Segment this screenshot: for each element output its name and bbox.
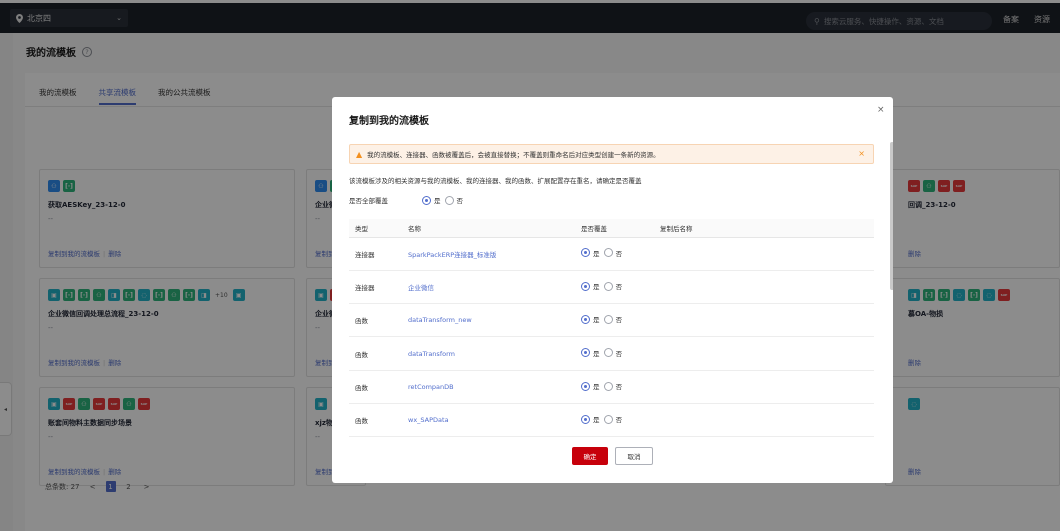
cell-name-link[interactable]: retCompanDB [402, 370, 575, 404]
radio-unchecked[interactable] [603, 281, 613, 291]
radio-unchecked[interactable] [603, 314, 613, 324]
radio-checked[interactable] [581, 248, 590, 258]
cell-type: 函数 [349, 403, 402, 438]
overwrite-no-radio[interactable]: 否 [603, 248, 623, 258]
cell-type: 函数 [349, 303, 402, 338]
table-row: 函数 wx_SAPData 是 否 [349, 403, 874, 438]
radio-yes-label: 是 [593, 249, 600, 258]
radio-no-label: 否 [615, 316, 623, 325]
radio-yes-label: 是 [593, 316, 600, 325]
table-row: 函数 dataTransform 是 否 [349, 336, 874, 371]
cell-new-name [654, 370, 874, 404]
dialog-description: 该流模板涉及的相关资源与我的流模板、我的连接器、我的函数、扩展配置存在重名，请确… [349, 177, 642, 185]
table-row: 函数 retCompanDB 是 否 [349, 370, 874, 404]
radio-yes-label: 是 [434, 197, 441, 205]
cell-type: 函数 [349, 370, 402, 404]
radio-checked[interactable] [422, 195, 431, 205]
cell-overwrite: 是 否 [575, 336, 654, 371]
cell-name-link[interactable]: dataTransform [402, 336, 575, 371]
cell-type: 连接器 [349, 270, 402, 305]
close-icon[interactable]: × [877, 105, 885, 115]
cell-name-link[interactable]: dataTransform_new [402, 303, 575, 338]
cell-new-name [654, 303, 874, 338]
column-header-type: 类型 [349, 219, 402, 238]
radio-yes-label: 是 [593, 416, 600, 425]
radio-checked[interactable] [581, 348, 590, 358]
overwrite-no-radio[interactable]: 否 [603, 414, 623, 425]
cell-name-link[interactable]: wx_SAPData [402, 403, 575, 438]
cell-new-name [654, 403, 874, 438]
cell-overwrite: 是 否 [575, 237, 654, 271]
radio-yes-label: 是 [593, 283, 600, 292]
cell-overwrite: 是 否 [575, 303, 654, 338]
overwrite-no-radio[interactable]: 否 [603, 348, 623, 358]
overwrite-all-row: 是否全部覆盖 是 否 [349, 195, 463, 205]
table-row: 函数 dataTransform_new 是 否 [349, 303, 874, 338]
column-header-new-name: 复制后名称 [654, 219, 874, 238]
radio-yes-label: 是 [593, 349, 600, 358]
cell-new-name [654, 270, 874, 305]
cell-new-name [654, 336, 874, 371]
overwrite-yes-radio[interactable]: 是 [581, 314, 600, 324]
alert-text: 我的流模板、连接器、函数被覆盖后，会被直接替换；不覆盖则重命名后对应类型创建一条… [367, 151, 660, 159]
table-header-row: 类型 名称 是否覆盖 复制后名称 [349, 219, 874, 238]
cell-type: 函数 [349, 336, 402, 371]
overwrite-all-yes-radio[interactable]: 是 [422, 195, 441, 205]
cell-type: 连接器 [349, 237, 402, 271]
alert-close-icon[interactable]: × [858, 149, 865, 158]
cell-name-link[interactable]: 企业微信 [402, 270, 575, 305]
overwrite-yes-radio[interactable]: 是 [581, 348, 600, 358]
table-row: 连接器 企业微信 是 否 [349, 270, 874, 305]
overwrite-no-radio[interactable]: 否 [603, 314, 623, 325]
radio-no-label: 否 [615, 416, 623, 425]
radio-yes-label: 是 [593, 383, 600, 392]
radio-checked[interactable] [581, 381, 590, 391]
radio-no-label: 否 [456, 197, 464, 205]
overwrite-yes-radio[interactable]: 是 [581, 281, 600, 291]
radio-unchecked[interactable] [444, 195, 454, 205]
radio-unchecked[interactable] [603, 248, 613, 258]
overwrite-no-radio[interactable]: 否 [603, 381, 623, 392]
radio-no-label: 否 [615, 283, 623, 292]
radio-checked[interactable] [581, 414, 590, 424]
cancel-button[interactable]: 取消 [615, 447, 653, 465]
radio-no-label: 否 [615, 383, 623, 392]
radio-unchecked[interactable] [603, 414, 613, 424]
radio-checked[interactable] [581, 314, 590, 324]
cell-overwrite: 是 否 [575, 370, 654, 404]
column-header-name: 名称 [402, 219, 575, 238]
warning-alert: ▲ 我的流模板、连接器、函数被覆盖后，会被直接替换；不覆盖则重命名后对应类型创建… [349, 144, 874, 164]
cell-overwrite: 是 否 [575, 403, 654, 438]
radio-unchecked[interactable] [603, 381, 613, 391]
cell-new-name [654, 237, 874, 271]
radio-unchecked[interactable] [603, 348, 613, 358]
warning-icon: ▲ [356, 149, 363, 159]
conflict-table: 类型 名称 是否覆盖 复制后名称 连接器 SparkPackERP连接器_标准版… [349, 219, 874, 438]
radio-checked[interactable] [581, 281, 590, 291]
cell-name-link[interactable]: SparkPackERP连接器_标准版 [402, 237, 575, 271]
dialog-title: 复制到我的流模板 [349, 116, 429, 127]
confirm-button[interactable]: 确定 [572, 447, 608, 465]
radio-no-label: 否 [615, 349, 623, 358]
cell-overwrite: 是 否 [575, 270, 654, 305]
overwrite-no-radio[interactable]: 否 [603, 281, 623, 292]
overwrite-all-no-radio[interactable]: 否 [444, 195, 464, 205]
overwrite-yes-radio[interactable]: 是 [581, 414, 600, 424]
column-header-overwrite: 是否覆盖 [575, 219, 654, 238]
overwrite-all-label: 是否全部覆盖 [349, 197, 388, 205]
copy-template-dialog: 复制到我的流模板 × ▲ 我的流模板、连接器、函数被覆盖后，会被直接替换；不覆盖… [332, 97, 893, 483]
radio-no-label: 否 [615, 249, 623, 258]
overwrite-yes-radio[interactable]: 是 [581, 381, 600, 391]
overwrite-yes-radio[interactable]: 是 [581, 248, 600, 258]
dialog-scrollbar[interactable] [890, 142, 893, 290]
table-row: 连接器 SparkPackERP连接器_标准版 是 否 [349, 237, 874, 271]
